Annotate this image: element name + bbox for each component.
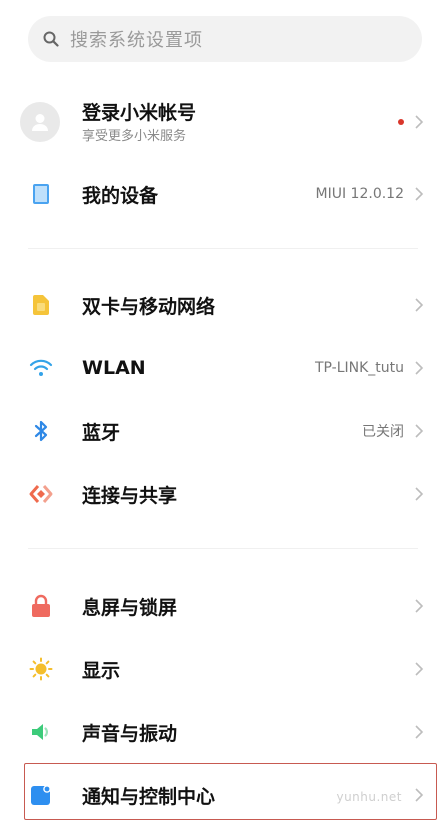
row-my-device[interactable]: 我的设备 MIUI 12.0.12: [0, 166, 442, 222]
row-label: 声音与振动: [82, 722, 178, 745]
notification-dot: [398, 119, 404, 125]
chevron-right-icon: [412, 487, 426, 501]
chevron-right-icon: [412, 298, 426, 312]
chevron-right-icon: [412, 599, 426, 613]
search-placeholder: 搜索系统设置项: [70, 30, 203, 51]
search-bar[interactable]: 搜索系统设置项: [28, 16, 422, 62]
divider: [28, 548, 418, 549]
divider: [28, 248, 418, 249]
sun-icon: [28, 656, 54, 682]
chevron-right-icon: [412, 424, 426, 438]
speaker-icon: [28, 719, 54, 745]
account-title: 登录小米帐号: [82, 102, 197, 124]
row-value: TP-LINK_tutu: [314, 360, 404, 376]
device-icon: [28, 181, 54, 207]
avatar: [20, 102, 60, 142]
row-dual-sim[interactable]: 双卡与移动网络: [0, 277, 442, 333]
watermark: yunhu.net: [336, 790, 402, 804]
row-lock-screen[interactable]: 息屏与锁屏: [0, 578, 442, 634]
share-icon: [28, 481, 54, 507]
lock-icon: [28, 593, 54, 619]
chevron-right-icon: [412, 115, 426, 129]
row-label: 通知与控制中心: [82, 785, 216, 808]
row-label: WLAN: [82, 357, 146, 379]
notification-icon: [28, 782, 54, 808]
chevron-right-icon: [412, 361, 426, 375]
row-label: 双卡与移动网络: [82, 295, 216, 318]
row-display[interactable]: 显示: [0, 641, 442, 697]
search-icon: [42, 30, 60, 48]
row-label: 我的设备: [82, 184, 159, 207]
bluetooth-icon: [28, 418, 54, 444]
chevron-right-icon: [412, 725, 426, 739]
chevron-right-icon: [412, 662, 426, 676]
row-value: MIUI 12.0.12: [315, 186, 404, 202]
sim-card-icon: [28, 292, 54, 318]
chevron-right-icon: [412, 187, 426, 201]
row-bluetooth[interactable]: 蓝牙 已关闭: [0, 403, 442, 459]
account-subtitle: 享受更多小米服务: [82, 129, 187, 144]
row-value: 已关闭: [362, 424, 404, 440]
row-connection-sharing[interactable]: 连接与共享: [0, 466, 442, 522]
row-label: 显示: [82, 659, 121, 682]
row-label: 连接与共享: [82, 484, 178, 507]
row-wlan[interactable]: WLAN TP-LINK_tutu: [0, 340, 442, 396]
account-row[interactable]: 登录小米帐号 享受更多小米服务: [0, 92, 442, 152]
row-label: 息屏与锁屏: [82, 596, 178, 619]
row-label: 蓝牙: [82, 421, 121, 444]
row-sound-vibration[interactable]: 声音与振动: [0, 704, 442, 760]
chevron-right-icon: [412, 788, 426, 802]
wifi-icon: [28, 355, 54, 381]
